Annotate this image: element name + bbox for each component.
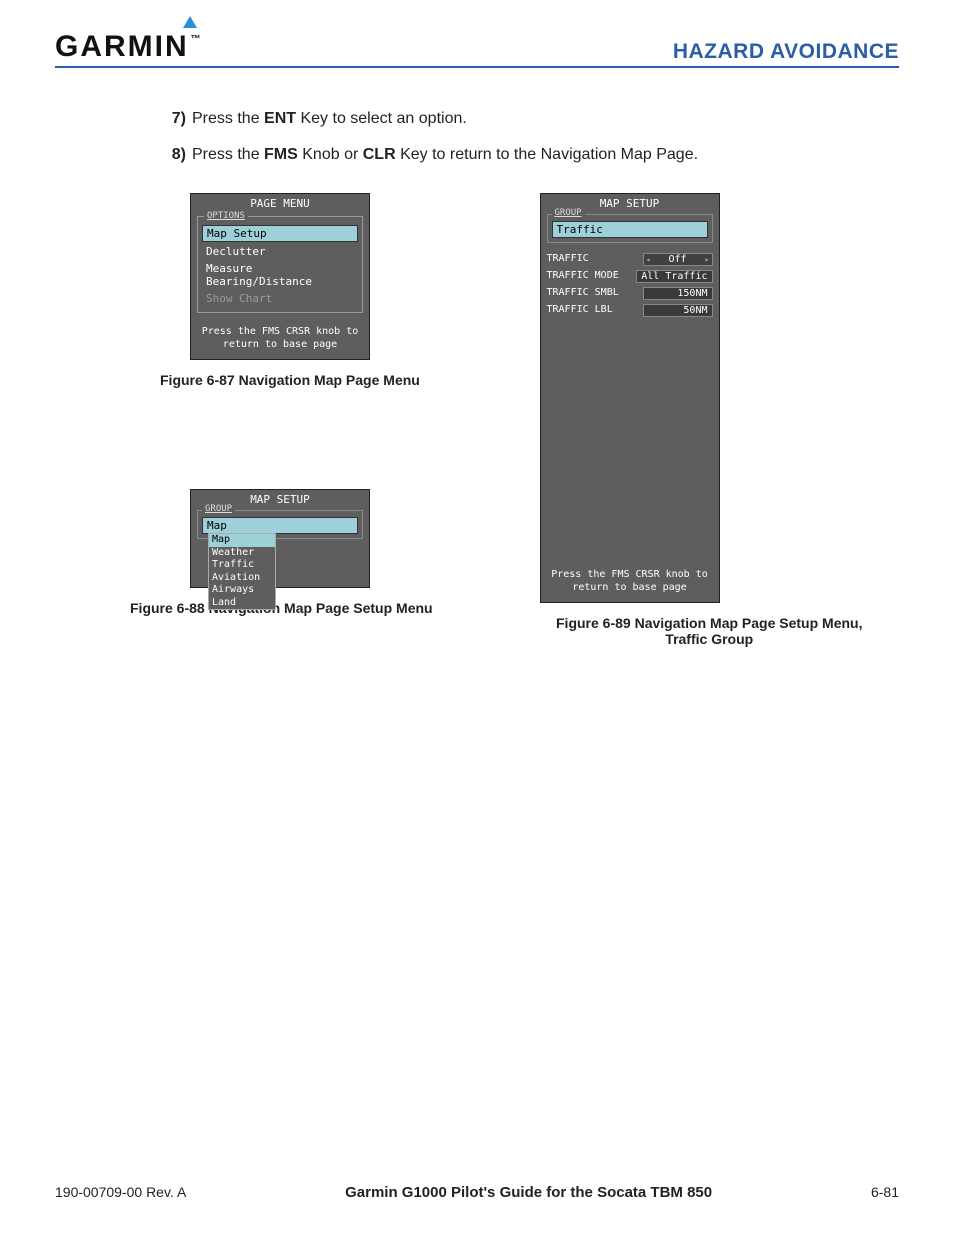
menu-item-measure[interactable]: Measure Bearing/Distance bbox=[202, 261, 358, 289]
trademark-icon: ™ bbox=[191, 34, 201, 45]
step-body: Press the ENT Key to select an option. bbox=[192, 108, 879, 130]
doc-title: Garmin G1000 Pilot's Guide for the Socat… bbox=[345, 1184, 712, 1201]
page-header: GARMIN ™ HAZARD AVOIDANCE bbox=[55, 30, 899, 68]
page-number: 6-81 bbox=[871, 1184, 899, 1200]
row-label: TRAFFIC LBL bbox=[547, 304, 613, 317]
menu-item-declutter[interactable]: Declutter bbox=[202, 244, 358, 259]
dd-item-map[interactable]: Map bbox=[209, 534, 275, 547]
map-setup-traffic-panel: MAP SETUP GROUP Traffic TRAFFIC Off TRAF… bbox=[540, 193, 720, 603]
figure-6-88: MAP SETUP GROUP Map Map Weather Traffic … bbox=[160, 489, 500, 616]
row-label: TRAFFIC SMBL bbox=[547, 287, 619, 300]
dd-item-traffic[interactable]: Traffic bbox=[209, 559, 275, 572]
step-7: 7) Press the ENT Key to select an option… bbox=[160, 108, 879, 130]
step-num: 8) bbox=[160, 144, 186, 166]
hint-text: Press the FMS CRSR knob to return to bas… bbox=[191, 319, 369, 359]
brand-text: GARMIN bbox=[55, 30, 189, 64]
group-legend: GROUP bbox=[552, 208, 585, 218]
group-box: GROUP Traffic bbox=[547, 214, 713, 243]
figure-caption: Figure 6-89 Navigation Map Page Setup Me… bbox=[540, 615, 880, 647]
page-menu-panel: PAGE MENU OPTIONS Map Setup Declutter Me… bbox=[190, 193, 370, 360]
page-footer: 190-00709-00 Rev. A Garmin G1000 Pilot's… bbox=[55, 1184, 899, 1201]
dd-item-land[interactable]: Land bbox=[209, 597, 275, 610]
group-legend: GROUP bbox=[202, 504, 235, 514]
row-traffic-smbl: TRAFFIC SMBL 150NM bbox=[547, 285, 713, 302]
dd-item-airways[interactable]: Airways bbox=[209, 584, 275, 597]
row-label: TRAFFIC bbox=[547, 253, 589, 266]
group-box: GROUP Map Map Weather Traffic Aviation A… bbox=[197, 510, 363, 539]
row-value[interactable]: 150NM bbox=[643, 287, 713, 300]
step-num: 7) bbox=[160, 108, 186, 130]
figure-caption: Figure 6-88 Navigation Map Page Setup Me… bbox=[130, 600, 500, 616]
menu-item-map-setup[interactable]: Map Setup bbox=[202, 225, 358, 242]
row-label: TRAFFIC MODE bbox=[547, 270, 619, 283]
section-title: HAZARD AVOIDANCE bbox=[673, 40, 899, 66]
step-8: 8) Press the FMS Knob or CLR Key to retu… bbox=[160, 144, 879, 166]
group-field[interactable]: Traffic bbox=[552, 221, 708, 238]
figure-6-87: PAGE MENU OPTIONS Map Setup Declutter Me… bbox=[160, 193, 500, 388]
group-dropdown-list: Map Weather Traffic Aviation Airways Lan… bbox=[208, 533, 276, 610]
garmin-logo: GARMIN ™ bbox=[55, 30, 201, 66]
row-traffic: TRAFFIC Off bbox=[547, 251, 713, 268]
row-value-selector[interactable]: Off bbox=[643, 253, 713, 266]
group-field[interactable]: Map bbox=[202, 517, 358, 534]
figure-caption: Figure 6-87 Navigation Map Page Menu bbox=[160, 372, 500, 388]
row-value[interactable]: All Traffic bbox=[636, 270, 712, 283]
dd-item-weather[interactable]: Weather bbox=[209, 547, 275, 560]
doc-number: 190-00709-00 Rev. A bbox=[55, 1184, 186, 1200]
step-body: Press the FMS Knob or CLR Key to return … bbox=[192, 144, 879, 166]
row-traffic-mode: TRAFFIC MODE All Traffic bbox=[547, 268, 713, 285]
figure-6-89: MAP SETUP GROUP Traffic TRAFFIC Off TRAF… bbox=[540, 193, 880, 647]
row-value[interactable]: 50NM bbox=[643, 304, 713, 317]
dd-item-aviation[interactable]: Aviation bbox=[209, 572, 275, 585]
row-traffic-lbl: TRAFFIC LBL 50NM bbox=[547, 302, 713, 319]
logo-triangle-icon bbox=[183, 16, 197, 28]
options-legend: OPTIONS bbox=[204, 211, 248, 221]
menu-item-show-chart: Show Chart bbox=[202, 291, 358, 306]
hint-text: Press the FMS CRSR knob to return to bas… bbox=[541, 562, 719, 602]
map-setup-panel: MAP SETUP GROUP Map Map Weather Traffic … bbox=[190, 489, 370, 588]
